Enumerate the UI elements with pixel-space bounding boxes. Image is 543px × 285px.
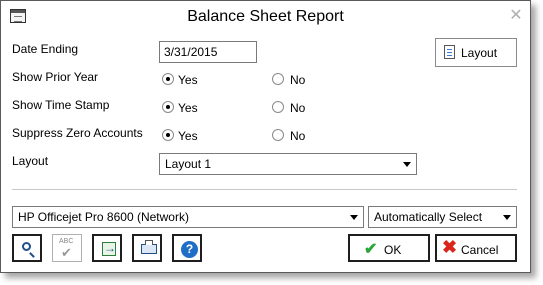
suppress-zero-accounts-label: Suppress Zero Accounts xyxy=(12,126,143,140)
show-time-stamp-label: Show Time Stamp xyxy=(12,98,110,112)
paper-source-select-value: Automatically Select xyxy=(374,210,483,224)
spellcheck-text: ABC xyxy=(59,238,74,245)
show-time-stamp-yes-radio[interactable] xyxy=(162,101,174,113)
spellcheck-button[interactable]: ABC ✔ xyxy=(52,234,82,262)
separator xyxy=(12,189,517,190)
help-icon: ? xyxy=(181,241,198,258)
printer-select[interactable]: HP Officejet Pro 8600 (Network) xyxy=(12,206,364,228)
chevron-down-icon xyxy=(503,215,511,220)
show-time-stamp-no-radio[interactable] xyxy=(272,101,284,113)
cancel-button[interactable]: ✖ Cancel xyxy=(435,234,517,262)
layout-button[interactable]: Layout xyxy=(435,38,517,67)
layout-select-value: Layout 1 xyxy=(165,157,212,171)
show-time-stamp-no-label: No xyxy=(290,101,306,115)
chevron-down-icon xyxy=(403,162,411,167)
show-prior-year-no-radio[interactable] xyxy=(272,73,284,85)
check-icon: ✔ xyxy=(364,241,378,258)
balance-sheet-dialog: Balance Sheet Report ✕ Date Ending 3/31/… xyxy=(0,0,531,273)
ok-button[interactable]: ✔ OK xyxy=(348,234,430,262)
export-button[interactable] xyxy=(92,234,122,262)
preview-button[interactable] xyxy=(12,234,42,262)
cancel-x-icon: ✖ xyxy=(441,237,458,257)
layout-label: Layout xyxy=(12,154,49,168)
window-title: Balance Sheet Report xyxy=(187,8,344,25)
suppress-zero-accounts-no-radio[interactable] xyxy=(272,129,284,141)
layout-select[interactable]: Layout 1 xyxy=(159,153,417,175)
suppress-zero-accounts-yes-label: Yes xyxy=(178,129,198,143)
layout-button-label: Layout xyxy=(461,46,498,60)
show-time-stamp-yes-label: Yes xyxy=(178,101,198,115)
suppress-zero-accounts-no-label: No xyxy=(290,129,306,143)
show-prior-year-label: Show Prior Year xyxy=(12,70,99,84)
title-bar: Balance Sheet Report ✕ xyxy=(1,1,530,32)
paper-source-select[interactable]: Automatically Select xyxy=(368,206,517,228)
search-icon xyxy=(22,242,31,251)
date-ending-label: Date Ending xyxy=(12,42,79,56)
printer-select-value: HP Officejet Pro 8600 (Network) xyxy=(18,210,189,224)
cancel-button-label: Cancel xyxy=(461,243,499,257)
chevron-down-icon xyxy=(350,215,358,220)
ok-button-label: OK xyxy=(384,243,402,257)
spellcheck-icon: ✔ xyxy=(61,245,72,260)
printer-setup-icon xyxy=(141,240,157,254)
show-prior-year-yes-label: Yes xyxy=(178,73,198,87)
export-icon xyxy=(102,241,116,256)
show-prior-year-no-label: No xyxy=(290,73,306,87)
layout-document-icon xyxy=(444,45,455,59)
suppress-zero-accounts-yes-radio[interactable] xyxy=(162,129,174,141)
help-button[interactable]: ? xyxy=(172,234,202,262)
close-icon[interactable]: ✕ xyxy=(506,6,526,26)
show-prior-year-yes-radio[interactable] xyxy=(162,73,174,85)
date-ending-field[interactable]: 3/31/2015 xyxy=(159,41,257,63)
printer-setup-button[interactable] xyxy=(132,234,162,262)
